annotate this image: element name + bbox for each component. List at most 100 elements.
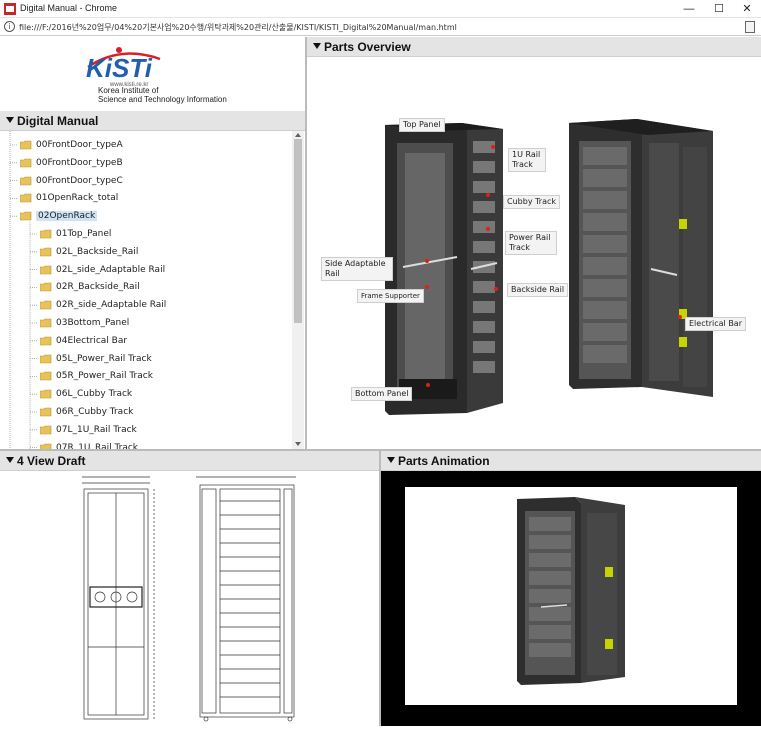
tree-item[interactable]: 05R_Power_Rail Track [0, 368, 290, 385]
callout-frame-supporter: Frame Supporter [357, 289, 424, 303]
manual-tree: 00FrontDoor_typeA 00FrontDoor_typeB 00Fron… [0, 131, 305, 449]
parts-animation-header[interactable]: Parts Animation [381, 451, 761, 471]
folder-icon [20, 140, 32, 150]
tree-item[interactable]: 00FrontDoor_typeA [0, 137, 290, 154]
address-bar[interactable]: i file:///F:/2016년%20업무/04%20기본사업%20수행/위… [0, 18, 761, 36]
folder-icon [40, 425, 52, 435]
callout-1u-rail-line2: Track [512, 160, 533, 169]
tree-item-label: 00FrontDoor_typeA [36, 140, 123, 150]
animation-viewport[interactable] [405, 487, 737, 705]
callout-bottom-panel: Bottom Panel [351, 387, 413, 401]
tree-item-label: 03Bottom_Panel [56, 318, 130, 328]
collapse-triangle-icon[interactable] [6, 457, 14, 463]
window-title: Digital Manual - Chrome [20, 3, 118, 13]
callout-power-rail: Power Rail Track [505, 231, 557, 255]
animated-rack [517, 497, 625, 685]
kisti-logo: KiSTi www.kisti.re.kr Korea Institute of… [86, 47, 227, 104]
page-icon[interactable] [745, 21, 755, 33]
callout-power-rail-line1: Power Rail [509, 233, 551, 242]
folder-icon [40, 336, 52, 346]
digital-manual-header[interactable]: Digital Manual [0, 111, 305, 131]
main-area: KiSTi www.kisti.re.kr Korea Institute of… [0, 37, 761, 726]
window-titlebar: Digital Manual - Chrome — ☐ ✕ [0, 0, 761, 18]
callout-power-rail-line2: Track [509, 243, 530, 252]
folder-icon [20, 158, 32, 168]
folder-icon [40, 318, 52, 328]
digital-manual-title: Digital Manual [17, 114, 99, 128]
minimize-button[interactable]: — [677, 1, 701, 17]
callout-backside-rail: Backside Rail [507, 283, 569, 297]
tree-item-label: 01OpenRack_total [36, 193, 119, 204]
app-icon [4, 3, 16, 15]
tree-item-label: 05R_Power_Rail Track [56, 371, 153, 382]
parts-animation-panel[interactable] [381, 471, 761, 726]
close-button[interactable]: ✕ [735, 1, 759, 17]
folder-icon [40, 265, 52, 274]
callout-cubby-track: Cubby Track [503, 195, 561, 209]
tree-item[interactable]: 07L_1U_Rail Track [0, 422, 290, 439]
scroll-arrows [295, 133, 301, 446]
callout-electrical-bar: Electrical Bar [685, 317, 746, 331]
tree-item[interactable]: 02R_Backside_Rail [0, 279, 290, 296]
folder-icon [40, 407, 52, 417]
tree-item-label: 00FrontDoor_typeC [36, 175, 123, 186]
tree-item[interactable]: 06R_Cubby Track [0, 404, 290, 421]
parts-overview-header[interactable]: Parts Overview [307, 37, 761, 57]
callout-1u-rail-line1: 1U Rail [512, 150, 541, 159]
tree-item[interactable]: 07R_1U_Rail Track [0, 440, 290, 449]
tree-item[interactable]: 05L_Power_Rail Track [0, 351, 290, 368]
collapse-triangle-icon[interactable] [6, 117, 14, 123]
folder-icon [40, 229, 52, 239]
address-url[interactable]: file:///F:/2016년%20업무/04%20기본사업%20수행/위탁과… [19, 22, 457, 33]
callout-side-adaptable-line1: Side Adaptable [325, 259, 386, 268]
tree-item-label: 02R_side_Adaptable Rail [56, 300, 167, 311]
folder-icon [40, 300, 52, 310]
draft-drawing [82, 476, 296, 722]
four-view-draft-header[interactable]: 4 View Draft [0, 451, 379, 471]
callout-1u-rail: 1U Rail Track [508, 148, 546, 172]
collapse-triangle-icon[interactable] [313, 43, 321, 49]
tree-item[interactable]: 00FrontDoor_typeC [0, 173, 290, 190]
tree-item[interactable]: 06L_Cubby Track [0, 386, 290, 403]
folder-icon [20, 211, 32, 221]
tree-item[interactable]: 04Electrical Bar [0, 333, 290, 350]
four-view-draft-title: 4 View Draft [17, 454, 86, 468]
parts-overview-title: Parts Overview [324, 40, 411, 54]
callout-top-panel: Top Panel [399, 118, 445, 132]
folder-icon [20, 194, 32, 203]
tree-item-label: 02L_side_Adaptable Rail [56, 264, 166, 275]
four-view-draft-panel [0, 471, 379, 726]
info-icon[interactable]: i [4, 21, 15, 32]
folder-icon [40, 354, 52, 363]
tree-item[interactable]: 01Top_Panel [0, 226, 290, 243]
tree-item[interactable]: 02R_side_Adaptable Rail [0, 297, 290, 314]
callout-side-adaptable-line2: Rail [325, 269, 340, 278]
tree-item-label: 04Electrical Bar [56, 335, 128, 346]
tree-scrollbar[interactable] [292, 131, 304, 449]
callout-side-adaptable: Side Adaptable Rail [321, 257, 393, 281]
folder-icon [40, 389, 52, 399]
tree-item[interactable]: 03Bottom_Panel [0, 315, 290, 332]
tree-item-label: 05L_Power_Rail Track [56, 353, 152, 364]
tree-item-label: 06R_Cubby Track [56, 407, 134, 417]
folder-icon [40, 372, 52, 381]
logo-area: KiSTi www.kisti.re.kr Korea Institute of… [0, 37, 305, 109]
maximize-button[interactable]: ☐ [707, 1, 731, 17]
tree-item[interactable]: 02L_Backside_Rail [0, 244, 290, 261]
tree-item-label: 02R_Backside_Rail [56, 282, 140, 293]
tree-item-label: 06L_Cubby Track [56, 389, 133, 400]
tree-item-label: 01Top_Panel [56, 229, 112, 239]
tree-item[interactable]: 00FrontDoor_typeB [0, 155, 290, 172]
tree-item[interactable]: 02OpenRack [0, 208, 290, 225]
parts-animation-title: Parts Animation [398, 454, 490, 468]
tree-item-label: 07L_1U_Rail Track [56, 424, 137, 435]
folder-icon [40, 283, 52, 292]
logo-org-line1: Korea Institute of [98, 86, 159, 95]
scroll-down-icon [295, 442, 301, 446]
tree-item[interactable]: 01OpenRack_total [0, 190, 290, 207]
collapse-triangle-icon[interactable] [387, 457, 395, 463]
tree-item-label: 02L_Backside_Rail [56, 246, 139, 257]
parts-overview-panel: Top Panel 1U Rail Track Cubby Track Powe… [307, 57, 761, 449]
tree-item[interactable]: 02L_side_Adaptable Rail [0, 262, 290, 279]
logo-brand: KiSTi [86, 53, 153, 83]
